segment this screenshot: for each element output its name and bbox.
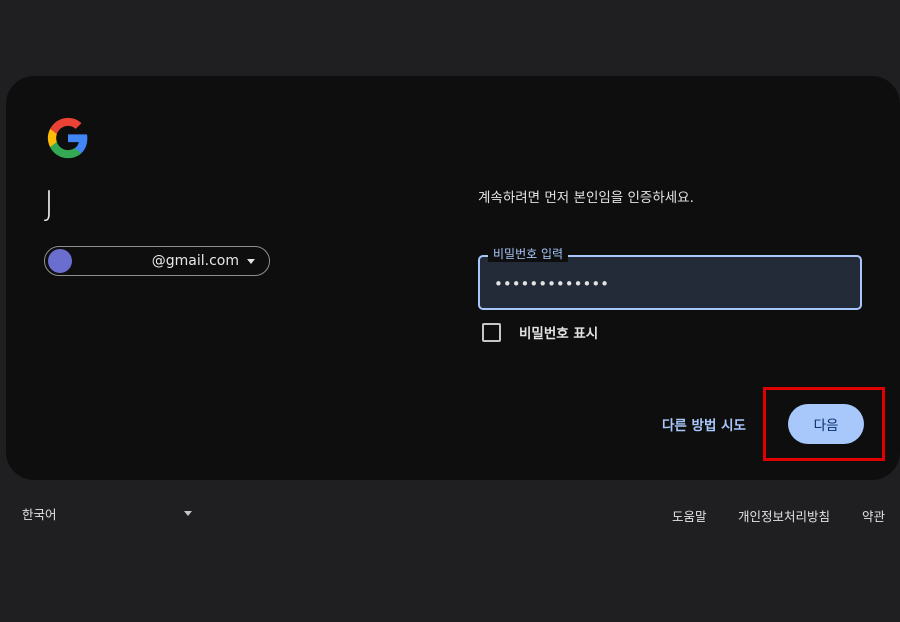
language-label: 한국어 (22, 507, 57, 522)
chevron-down-icon (247, 258, 255, 264)
verify-instruction: 계속하려면 먼저 본인임을 인증하세요. (478, 190, 694, 206)
google-logo-icon (47, 117, 88, 159)
show-password-label: 비밀번호 표시 (519, 326, 599, 342)
password-field[interactable]: 비밀번호 입력 (478, 245, 862, 310)
show-password-toggle[interactable]: 비밀번호 표시 (482, 322, 598, 342)
show-password-checkbox[interactable] (482, 322, 501, 342)
help-link[interactable]: 도움말 (672, 506, 707, 525)
account-chooser-chip[interactable]: @gmail.com (44, 246, 270, 276)
account-email: @gmail.com (151, 253, 239, 269)
language-select[interactable]: 한국어 (22, 504, 194, 523)
privacy-link[interactable]: 개인정보처리방침 (738, 506, 830, 525)
password-input[interactable] (492, 271, 836, 297)
user-initial: J (44, 184, 55, 224)
password-field-label: 비밀번호 입력 (488, 245, 569, 262)
avatar (48, 249, 72, 273)
try-another-way-link[interactable]: 다른 방법 시도 (662, 414, 746, 434)
chevron-down-icon (184, 511, 192, 516)
footer: 한국어 도움말 개인정보처리방침 약관 (0, 500, 900, 530)
sign-in-card: J @gmail.com 계속하려면 먼저 본인임을 인증하세요. 비밀번호 입… (6, 76, 900, 480)
next-button[interactable]: 다음 (788, 404, 864, 444)
terms-link[interactable]: 약관 (862, 506, 885, 525)
